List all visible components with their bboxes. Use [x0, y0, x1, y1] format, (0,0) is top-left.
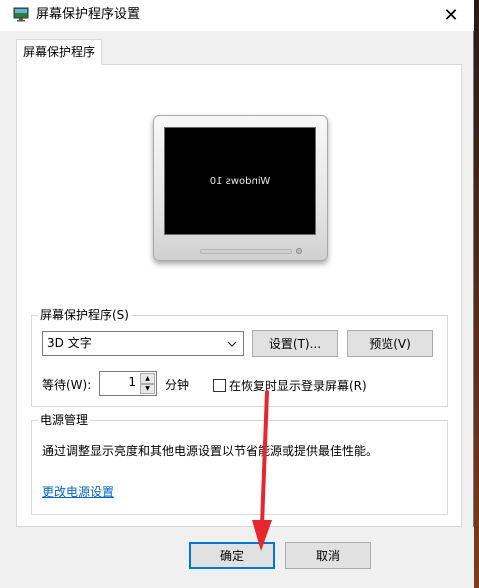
resume-logon-checkbox[interactable]	[213, 379, 226, 392]
resume-logon-label[interactable]: 在恢复时显示登录屏幕(R)	[229, 377, 367, 394]
monitor-power-led	[296, 248, 302, 254]
change-power-settings-link[interactable]: 更改电源设置	[42, 483, 114, 500]
monitor-slot	[200, 249, 292, 254]
ok-button[interactable]: 确定	[189, 542, 275, 569]
monitor-preview: Windows 10	[153, 115, 328, 261]
screensaver-select[interactable]: 3D 文字	[42, 331, 244, 356]
wait-unit-label: 分钟	[165, 378, 190, 392]
screensaver-settings-dialog: 屏幕保护程序设置 ✕ 屏幕保护程序 Windows 10 屏幕保护程序(S) 3…	[0, 0, 474, 588]
wait-label: 等待(W):	[42, 378, 92, 392]
wait-value[interactable]: 1	[128, 375, 136, 389]
wait-stepper[interactable]: 1 ▲ ▼	[99, 371, 157, 396]
monitor-icon	[13, 7, 29, 22]
stepper-down-icon[interactable]: ▼	[140, 383, 155, 394]
close-icon: ✕	[443, 5, 459, 26]
preview-screen-text: Windows 10	[209, 175, 271, 187]
title-bar[interactable]: 屏幕保护程序设置 ✕	[0, 0, 474, 31]
stepper-up-icon[interactable]: ▲	[140, 373, 155, 384]
cancel-button[interactable]: 取消	[285, 542, 371, 569]
settings-button[interactable]: 设置(T)...	[252, 330, 338, 357]
power-description: 通过调整显示亮度和其他电源设置以节省能源或提供最佳性能。	[42, 444, 379, 458]
window-title: 屏幕保护程序设置	[36, 7, 141, 22]
screensaver-group: 屏幕保护程序(S) 3D 文字 设置(T)... 预览(V) 等待(W): 1 …	[31, 307, 448, 407]
close-button[interactable]: ✕	[428, 0, 474, 31]
dialog-footer: 确定 取消	[0, 527, 474, 588]
power-group: 电源管理 通过调整显示亮度和其他电源设置以节省能源或提供最佳性能。 更改电源设置	[31, 412, 448, 515]
chevron-down-icon	[225, 332, 239, 355]
tab-panel: Windows 10 屏幕保护程序(S) 3D 文字 设置(T)... 预览(V…	[16, 64, 462, 527]
screensaver-group-label: 屏幕保护程序(S)	[38, 307, 131, 323]
screensaver-select-value: 3D 文字	[47, 336, 92, 350]
power-group-label: 电源管理	[38, 412, 91, 428]
preview-screen: Windows 10	[164, 127, 316, 235]
preview-button[interactable]: 预览(V)	[347, 330, 433, 357]
tab-screensaver[interactable]: 屏幕保护程序	[16, 39, 102, 65]
